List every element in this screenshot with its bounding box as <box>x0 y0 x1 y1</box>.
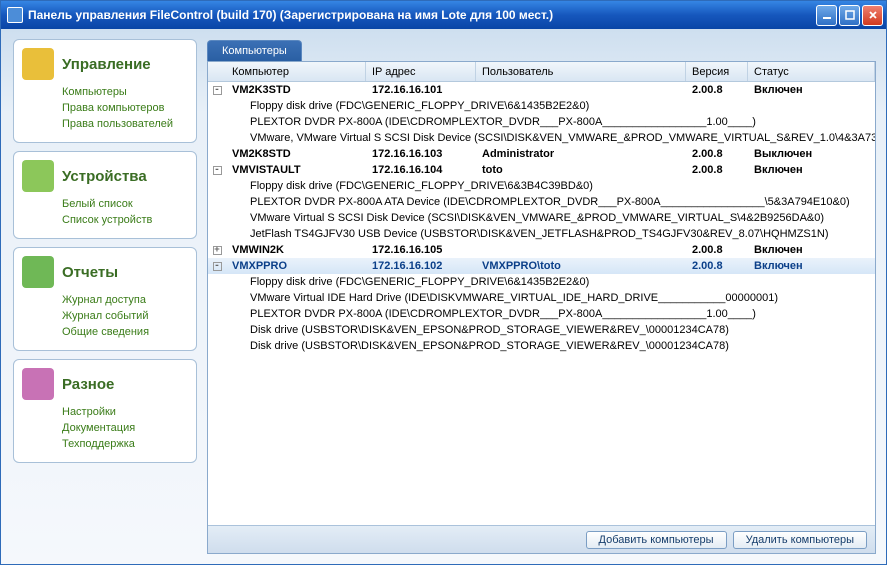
expand-toggle[interactable]: - <box>208 166 226 175</box>
nav-item[interactable]: Белый список <box>62 196 188 212</box>
device-row[interactable]: JetFlash TS4GJFV30 USB Device (USBSTOR\D… <box>208 226 875 242</box>
nav-group: Отчеты Журнал доступаЖурнал событийОбщие … <box>13 247 197 351</box>
nav-header: Разное <box>22 368 188 400</box>
cell-status: Включен <box>748 164 875 176</box>
device-row[interactable]: PLEXTOR DVDR PX-800A (IDE\CDROMPLEXTOR_D… <box>208 114 875 130</box>
cell-status: Включен <box>748 84 875 96</box>
device-row[interactable]: PLEXTOR DVDR PX-800A (IDE\CDROMPLEXTOR_D… <box>208 306 875 322</box>
cell-ip: 172.16.16.103 <box>366 148 476 160</box>
cell-computer: VM2K3STD <box>226 84 366 96</box>
nav-item[interactable]: Общие сведения <box>62 324 188 340</box>
device-row[interactable]: Disk drive (USBSTOR\DISK&VEN_EPSON&PROD_… <box>208 338 875 354</box>
cell-ip: 172.16.16.101 <box>366 84 476 96</box>
col-computer[interactable]: Компьютер <box>226 62 366 81</box>
expand-toggle[interactable]: - <box>208 262 226 271</box>
nav-header: Устройства <box>22 160 188 192</box>
nav-item[interactable]: Журнал событий <box>62 308 188 324</box>
nav-item[interactable]: Техподдержка <box>62 436 188 452</box>
nav-header: Отчеты <box>22 256 188 288</box>
device-row[interactable]: Floppy disk drive (FDC\GENERIC_FLOPPY_DR… <box>208 274 875 290</box>
col-status[interactable]: Статус <box>748 62 875 81</box>
minimize-button[interactable] <box>816 5 837 26</box>
cell-version: 2.00.8 <box>686 260 748 272</box>
maximize-button[interactable] <box>839 5 860 26</box>
nav-header: Управление <box>22 48 188 80</box>
cell-user: toto <box>476 164 686 176</box>
nav-group-title: Отчеты <box>62 264 118 281</box>
window-title: Панель управления FileControl (build 170… <box>28 8 816 22</box>
computer-row[interactable]: -VMXPPRO172.16.16.102VMXPPRO\toto2.00.8В… <box>208 258 875 274</box>
tab-computers[interactable]: Компьютеры <box>207 40 302 61</box>
titlebar: Панель управления FileControl (build 170… <box>1 1 886 29</box>
cell-ip: 172.16.16.105 <box>366 244 476 256</box>
col-version[interactable]: Версия <box>686 62 748 81</box>
nav-item[interactable]: Журнал доступа <box>62 292 188 308</box>
computer-row[interactable]: VM2K8STD172.16.16.103Administrator2.00.8… <box>208 146 875 162</box>
cell-computer: VMWIN2K <box>226 244 366 256</box>
nav-item[interactable]: Настройки <box>62 404 188 420</box>
column-headers: Компьютер IP адрес Пользователь Версия С… <box>208 62 875 82</box>
computer-row[interactable]: -VMVISTAULT172.16.16.104toto2.00.8Включе… <box>208 162 875 178</box>
cell-status: Включен <box>748 244 875 256</box>
computer-row[interactable]: -VM2K3STD172.16.16.101 2.00.8Включен <box>208 82 875 98</box>
device-row[interactable]: VMware, VMware Virtual S SCSI Disk Devic… <box>208 130 875 146</box>
device-row[interactable]: VMware Virtual IDE Hard Drive (IDE\DISKV… <box>208 290 875 306</box>
cell-user: VMXPPRO\toto <box>476 260 686 272</box>
cell-computer: VM2K8STD <box>226 148 366 160</box>
expand-toggle[interactable]: + <box>208 246 226 255</box>
cell-status: Выключен <box>748 148 875 160</box>
nav-item[interactable]: Права компьютеров <box>62 100 188 116</box>
cell-version: 2.00.8 <box>686 244 748 256</box>
nav-group: Устройства Белый списокСписок устройств <box>13 151 197 239</box>
expand-toggle[interactable]: - <box>208 86 226 95</box>
nav-item[interactable]: Документация <box>62 420 188 436</box>
nav-group-title: Разное <box>62 376 114 393</box>
col-ip[interactable]: IP адрес <box>366 62 476 81</box>
cell-version: 2.00.8 <box>686 84 748 96</box>
add-computers-button[interactable]: Добавить компьютеры <box>586 531 727 549</box>
col-user[interactable]: Пользователь <box>476 62 686 81</box>
app-window: Панель управления FileControl (build 170… <box>0 0 887 565</box>
cell-computer: VMVISTAULT <box>226 164 366 176</box>
nav-group-icon <box>22 368 54 400</box>
cell-status: Включен <box>748 260 875 272</box>
cell-ip: 172.16.16.102 <box>366 260 476 272</box>
grid-body[interactable]: -VM2K3STD172.16.16.1012.00.8ВключенFlopp… <box>208 82 875 525</box>
nav-group-icon <box>22 160 54 192</box>
delete-computers-button[interactable]: Удалить компьютеры <box>733 531 867 549</box>
device-row[interactable]: Disk drive (USBSTOR\DISK&VEN_EPSON&PROD_… <box>208 322 875 338</box>
bottom-bar: Добавить компьютеры Удалить компьютеры <box>208 525 875 553</box>
nav-item[interactable]: Компьютеры <box>62 84 188 100</box>
tab-strip: Компьютеры <box>207 39 876 61</box>
nav-group-icon <box>22 48 54 80</box>
sidebar: Управление КомпьютерыПрава компьютеровПра… <box>13 39 197 554</box>
nav-item[interactable]: Список устройств <box>62 212 188 228</box>
app-icon <box>7 7 23 23</box>
nav-item[interactable]: Права пользователей <box>62 116 188 132</box>
cell-ip: 172.16.16.104 <box>366 164 476 176</box>
grid-panel: Компьютер IP адрес Пользователь Версия С… <box>207 61 876 554</box>
device-row[interactable]: Floppy disk drive (FDC\GENERIC_FLOPPY_DR… <box>208 98 875 114</box>
device-row[interactable]: Floppy disk drive (FDC\GENERIC_FLOPPY_DR… <box>208 178 875 194</box>
cell-computer: VMXPPRO <box>226 260 366 272</box>
nav-group-title: Устройства <box>62 168 147 185</box>
nav-group: Разное НастройкиДокументацияТехподдержка <box>13 359 197 463</box>
nav-group-icon <box>22 256 54 288</box>
device-row[interactable]: VMware Virtual S SCSI Disk Device (SCSI\… <box>208 210 875 226</box>
computer-row[interactable]: +VMWIN2K172.16.16.105 2.00.8Включен <box>208 242 875 258</box>
main-panel: Компьютеры Компьютер IP адрес Пользовате… <box>207 39 876 554</box>
body-area: УправлениеКомпьютерыПрава компьютеровПра… <box>1 29 886 564</box>
close-button[interactable] <box>862 5 883 26</box>
cell-user: Administrator <box>476 148 686 160</box>
cell-version: 2.00.8 <box>686 148 748 160</box>
nav-group-title: Управление <box>62 56 151 73</box>
nav-group: Управление КомпьютерыПрава компьютеровПра… <box>13 39 197 143</box>
cell-version: 2.00.8 <box>686 164 748 176</box>
device-row[interactable]: PLEXTOR DVDR PX-800A ATA Device (IDE\CDR… <box>208 194 875 210</box>
